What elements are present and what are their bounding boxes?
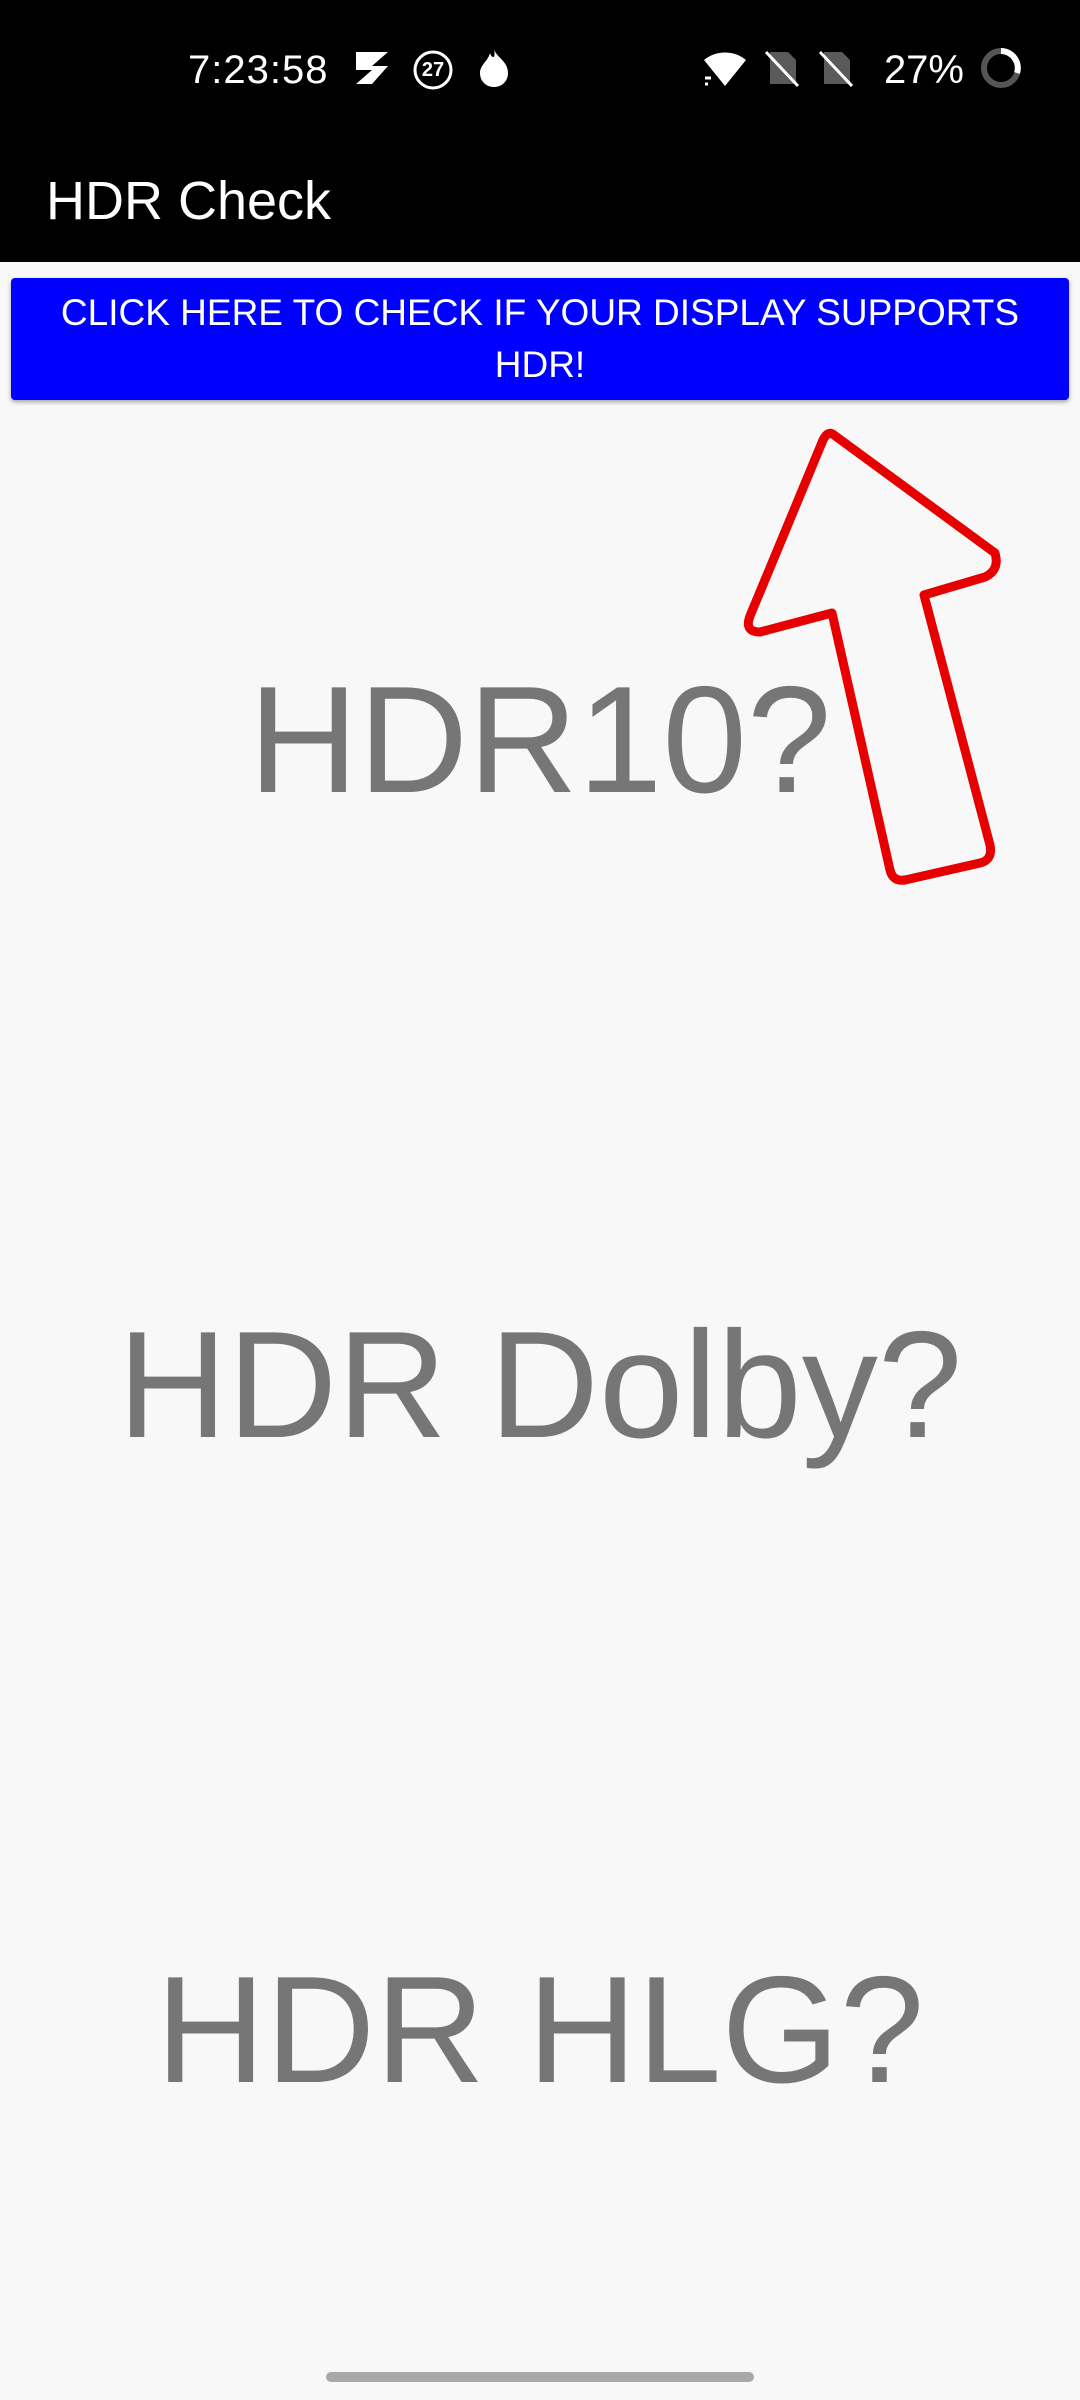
battery-percent: 27% (883, 48, 964, 92)
battery-ring-icon (978, 45, 1024, 96)
wifi-icon (702, 48, 748, 93)
hdr-dolby-label: HDR Dolby? (117, 1300, 963, 1470)
sim-no-signal-icon (762, 48, 802, 93)
home-indicator[interactable] (326, 2372, 754, 2382)
sim-no-signal-icon (816, 48, 856, 93)
hdr10-label: HDR10? (248, 655, 832, 825)
notification-badge-text: 27 (421, 59, 445, 81)
hdr-hlg-label: HDR HLG? (155, 1945, 925, 2115)
system-icons: 27% (702, 42, 1024, 98)
s-logo-icon (352, 48, 392, 93)
flame-icon (474, 47, 514, 94)
app-title: HDR Check (46, 171, 332, 231)
status-bar: 7:23:58 27 27% (0, 0, 1080, 140)
app-bar: HDR Check (0, 140, 1080, 262)
status-time: 7:23:58 (188, 48, 329, 92)
notification-icons: 27 (352, 42, 514, 98)
circle-27-icon: 27 (412, 49, 454, 91)
check-hdr-button-label: CLICK HERE TO CHECK IF YOUR DISPLAY SUPP… (60, 292, 1020, 385)
check-hdr-button[interactable]: CLICK HERE TO CHECK IF YOUR DISPLAY SUPP… (11, 278, 1069, 400)
